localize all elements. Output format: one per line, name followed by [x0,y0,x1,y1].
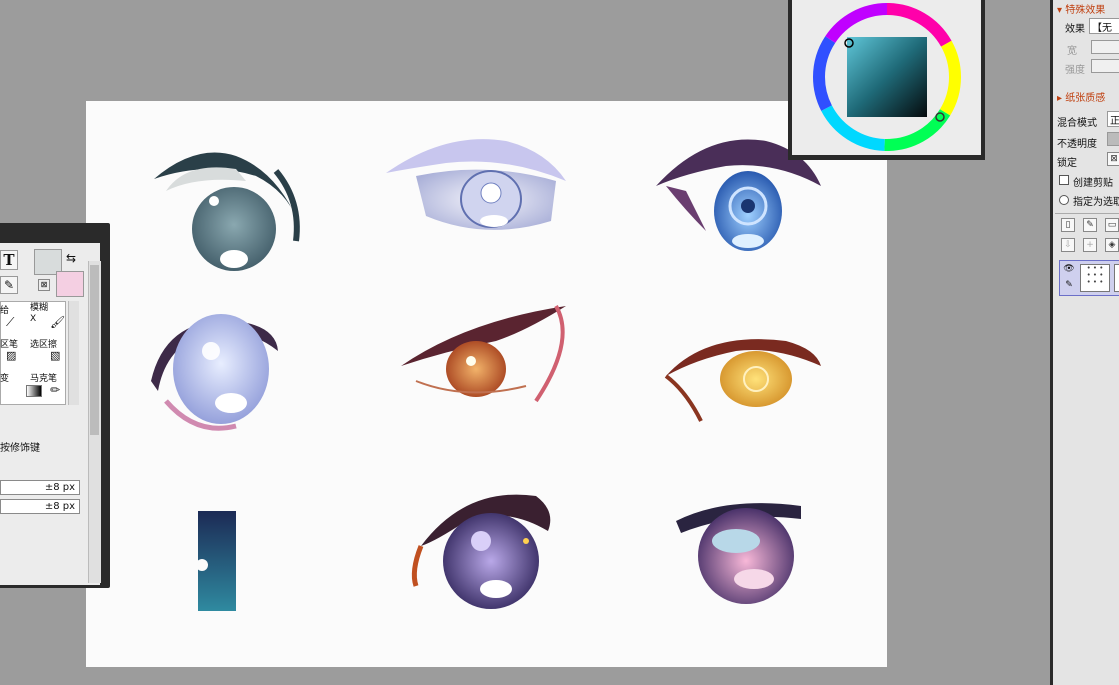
clipping-checkbox[interactable] [1059,175,1069,185]
effect-select[interactable]: 【无 [1089,18,1119,34]
effect-label: 效果 [1065,24,1085,35]
lock-transparency-icon[interactable]: ⊠ [1107,152,1119,166]
clear-layer-icon[interactable]: ◈ [1105,238,1119,252]
special-effects-header[interactable]: ▾ 特殊效果 [1057,1,1105,16]
blur-brush-icon[interactable]: ⟋ [6,315,14,330]
tolerance-field-2[interactable]: ±8 px [0,499,80,514]
selection-source-label: 指定为选取 [1073,197,1119,208]
strength-slider[interactable] [1091,59,1119,73]
eyedropper-icon[interactable]: ✎ [0,276,18,294]
drawing-canvas[interactable] [86,101,887,667]
tool-panel-scrollbar[interactable] [88,261,101,583]
tool-grid-scrollbar[interactable] [68,301,79,405]
blend-mode-select[interactable]: 正 [1107,111,1119,127]
selection-source-radio[interactable] [1059,195,1069,205]
paper-texture-header[interactable]: ▸ 纸张质感 [1057,89,1105,104]
clipping-label: 创建剪贴 [1073,178,1113,189]
strength-label: 强度 [1065,65,1085,76]
eye-drawing-9 [676,503,801,604]
tool-panel-scroll-thumb[interactable] [90,265,99,435]
new-layer-icon[interactable]: ▯ [1061,218,1075,232]
marker-pen-icon[interactable]: ✏ [50,383,60,397]
paper-texture-title: 纸张质感 [1065,93,1106,104]
merge-layer-icon[interactable]: + [1083,238,1097,252]
selection-eraser-icon[interactable]: ▧ [50,349,60,362]
tool-panel: T ⇆ ✎ ⊠ 给 ⟋ 模糊 X 🖌 区笔 ▨ 选区擦 ▧ 变 马克笔 ✏ 按修… [0,223,110,588]
tool-label-gradient[interactable]: 变 [0,371,9,384]
divider [1055,213,1119,214]
lock-label: 锁定 [1057,158,1077,169]
eye-drawing-6 [664,339,821,422]
blend-mode-label: 混合模式 [1057,118,1097,129]
blur-tool-icon[interactable]: 🖌 [50,315,65,329]
transparent-color-icon[interactable]: ⊠ [38,279,50,291]
gradient-icon[interactable] [26,385,42,397]
width-label: 宽 [1067,46,1077,57]
eye-artwork [151,139,821,611]
color-wheel-panel [788,0,985,160]
selection-pen-icon[interactable]: ▨ [6,349,16,362]
new-folder-icon[interactable]: ▭ [1105,218,1119,232]
eye-drawing-1 [154,152,300,271]
layer-thumbnail: • • • • • • • • • [1080,264,1110,292]
tool-label-blur[interactable]: 模糊 X [30,303,48,325]
opacity-label: 不透明度 [1057,139,1097,150]
eye-visibility-icon[interactable]: 👁 [1062,264,1076,276]
text-tool-glyph: T [3,251,15,269]
secondary-color-swatch[interactable] [56,271,84,297]
eye-drawing-2 [386,139,566,230]
color-wheel-body [792,0,981,155]
special-effects-title: 特殊效果 [1065,5,1106,16]
move-down-layer-icon[interactable]: ⇩ [1061,238,1075,252]
swap-colors-icon[interactable]: ⇆ [66,251,82,265]
modifier-key-label: 按修饰键 [0,443,40,454]
opacity-slider[interactable] [1107,132,1119,146]
eye-drawing-8 [411,494,551,609]
eye-drawing-5 [401,305,566,403]
new-linework-layer-icon[interactable]: ✎ [1083,218,1097,232]
text-tool-button[interactable]: T [0,250,18,270]
eye-drawing-4 [151,314,278,431]
right-properties-panel: ▾ 特殊效果 效果 【无 宽 强度 ▸ 纸张质感 混合模式 正 不透明度 锁定 … [1050,0,1119,685]
color-wheel[interactable] [792,0,981,155]
tolerance-field-1[interactable]: ±8 px [0,480,80,495]
width-slider[interactable] [1091,40,1119,54]
layer-thumbnail-2 [1114,264,1119,292]
tool-panel-body: T ⇆ ✎ ⊠ 给 ⟋ 模糊 X 🖌 区笔 ▨ 选区擦 ▧ 变 马克笔 ✏ 按修… [0,243,101,585]
pen-edit-icon[interactable]: ✎ [1062,280,1076,292]
layer-row-selected[interactable]: 👁 ✎ • • • • • • • • • [1059,260,1119,296]
eye-drawing-7 [196,511,236,611]
